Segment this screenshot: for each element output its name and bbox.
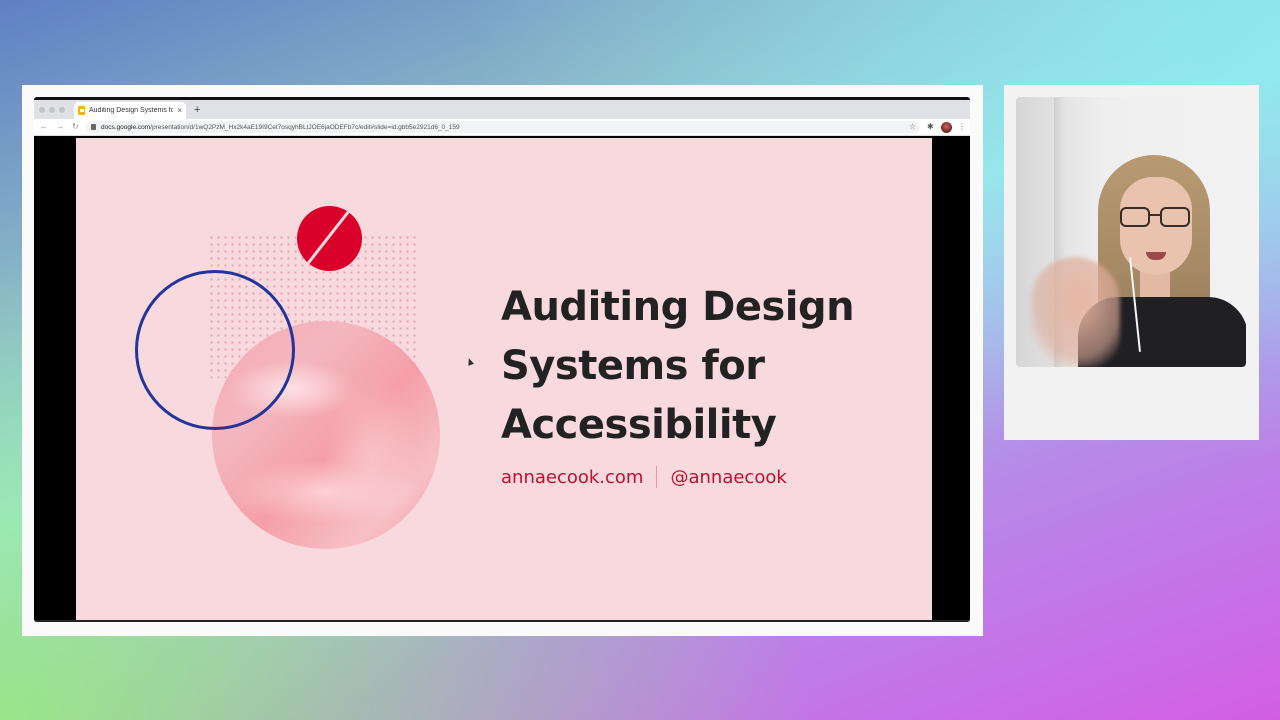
browser-toolbar: ← → ↻ docs.google.com/presentation/d/1wQ… bbox=[34, 119, 970, 136]
tab-bar: Auditing Design Systems for A × + bbox=[34, 97, 970, 119]
minimize-window-button[interactable] bbox=[49, 107, 55, 113]
nav-buttons: ← → ↻ bbox=[40, 122, 79, 132]
maximize-window-button[interactable] bbox=[59, 107, 65, 113]
forward-icon[interactable]: → bbox=[56, 122, 64, 132]
url-text[interactable]: docs.google.com/presentation/d/1wQ2PzM_H… bbox=[101, 124, 460, 131]
browser-window: Auditing Design Systems for A × + ← → ↻ … bbox=[34, 97, 970, 622]
slide-title-line: Systems for bbox=[501, 343, 765, 389]
presentation-slide: Auditing Design Systems for Accessibilit… bbox=[76, 138, 932, 620]
url-domain: docs.google.com bbox=[101, 123, 151, 131]
star-icon[interactable]: ☆ bbox=[909, 121, 916, 133]
avatar-icon[interactable] bbox=[941, 122, 952, 133]
red-circle-decoration bbox=[297, 206, 362, 271]
back-icon[interactable]: ← bbox=[40, 122, 48, 132]
close-tab-icon[interactable]: × bbox=[177, 106, 182, 115]
slide-contact-links: annaecook.com @annaecook bbox=[501, 466, 787, 488]
address-bar[interactable]: docs.google.com/presentation/d/1wQ2PzM_H… bbox=[86, 121, 920, 133]
url-path: /presentation/d/1wQ2PzM_Hx2k4aE19I9Cet7o… bbox=[150, 123, 460, 131]
screen-share-frame: Auditing Design Systems for A × + ← → ↻ … bbox=[22, 85, 983, 636]
slide-title-line: Auditing Design bbox=[501, 284, 855, 330]
mouse-cursor-icon bbox=[465, 357, 475, 366]
kebab-menu-icon[interactable]: ⋮ bbox=[958, 121, 966, 133]
browser-tab[interactable]: Auditing Design Systems for A × bbox=[74, 102, 186, 119]
puzzle-icon[interactable]: ✱ bbox=[927, 122, 934, 132]
webcam-panel bbox=[1004, 85, 1259, 440]
close-window-button[interactable] bbox=[39, 107, 45, 113]
webcam-video bbox=[1016, 97, 1246, 367]
reload-icon[interactable]: ↻ bbox=[72, 122, 79, 132]
blue-ring-decoration bbox=[135, 270, 295, 430]
website-text: annaecook.com bbox=[501, 466, 644, 488]
tab-title: Auditing Design Systems for A bbox=[89, 107, 174, 114]
twitter-handle-text: @annaecook bbox=[670, 466, 787, 488]
glasses bbox=[1120, 207, 1200, 227]
window-controls[interactable] bbox=[39, 107, 65, 113]
slide-title-line: Accessibility bbox=[501, 402, 777, 448]
divider bbox=[656, 466, 658, 488]
lock-icon[interactable] bbox=[91, 124, 96, 130]
google-slides-icon bbox=[78, 106, 85, 115]
speaker-hand bbox=[1030, 257, 1120, 367]
slide-title: Auditing Design Systems for Accessibilit… bbox=[501, 278, 921, 455]
new-tab-button[interactable]: + bbox=[194, 103, 200, 117]
slide-bottom-edge bbox=[34, 620, 970, 622]
